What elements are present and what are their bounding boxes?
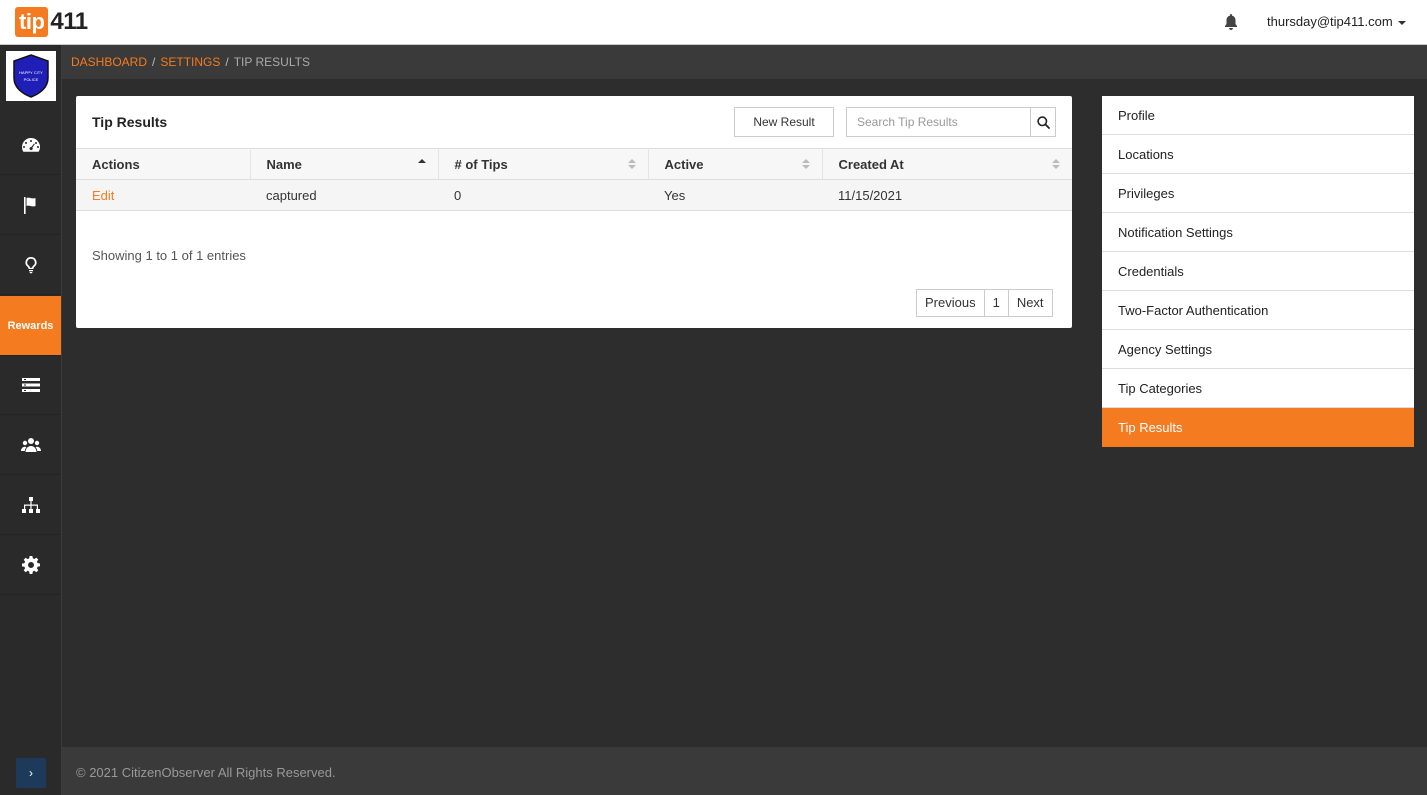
menu-item-notification-settings[interactable]: Notification Settings bbox=[1102, 213, 1414, 252]
search-button[interactable] bbox=[1030, 107, 1056, 137]
column-header-actions: Actions bbox=[76, 148, 251, 180]
nav-rewards-label: Rewards bbox=[7, 319, 54, 332]
column-header-label: # of Tips bbox=[454, 156, 508, 172]
sort-icon bbox=[801, 159, 810, 169]
menu-item-two-factor[interactable]: Two-Factor Authentication bbox=[1102, 291, 1414, 330]
user-menu[interactable]: thursday@tip411.com bbox=[1267, 14, 1406, 29]
top-bar: tip 411 thursday@tip411.com bbox=[0, 0, 1427, 45]
cell-name: captured bbox=[250, 179, 438, 211]
dashboard-icon bbox=[21, 137, 40, 152]
breadcrumb-dashboard[interactable]: DASHBOARD bbox=[71, 55, 147, 69]
breadcrumb-separator: / bbox=[152, 55, 156, 69]
tip411-logo[interactable]: tip 411 bbox=[15, 7, 88, 37]
breadcrumb-bar: DASHBOARD / SETTINGS / TIP RESULTS bbox=[62, 45, 1427, 79]
user-email: thursday@tip411.com bbox=[1267, 14, 1393, 29]
nav-list[interactable] bbox=[0, 355, 61, 415]
column-header-active[interactable]: Active bbox=[648, 148, 823, 180]
bell-icon[interactable] bbox=[1224, 14, 1238, 30]
gear-icon bbox=[21, 555, 40, 574]
svg-text:HAPPY CITY: HAPPY CITY bbox=[19, 70, 43, 75]
menu-item-tip-results[interactable]: Tip Results bbox=[1102, 408, 1414, 447]
column-header-name[interactable]: Name bbox=[250, 148, 439, 180]
search-input[interactable] bbox=[846, 107, 1032, 137]
logo-411: 411 bbox=[50, 8, 88, 35]
tip-results-panel: Tip Results New Result Actions Name # of… bbox=[76, 96, 1072, 328]
cell-created: 11/15/2021 bbox=[822, 179, 1072, 211]
sidebar: HAPPY CITY POLICE Rewards › bbox=[0, 45, 62, 795]
users-icon bbox=[20, 437, 41, 452]
sitemap-icon bbox=[21, 496, 40, 513]
lightbulb-icon bbox=[24, 256, 37, 273]
nav-organization[interactable] bbox=[0, 475, 61, 535]
cell-action: Edit bbox=[76, 179, 250, 211]
nav-ideas[interactable] bbox=[0, 235, 61, 295]
previous-page-button[interactable]: Previous bbox=[916, 289, 985, 317]
pagination: Previous 1 Next bbox=[916, 289, 1053, 317]
nav-settings[interactable] bbox=[0, 535, 61, 595]
sidebar-toggle-button[interactable]: › bbox=[16, 758, 46, 788]
agency-badge[interactable]: HAPPY CITY POLICE bbox=[6, 51, 56, 101]
list-icon bbox=[21, 377, 40, 392]
column-header-label: Actions bbox=[92, 156, 140, 172]
column-header-tips[interactable]: # of Tips bbox=[438, 148, 649, 180]
svg-text:POLICE: POLICE bbox=[24, 77, 39, 82]
nav-tips[interactable] bbox=[0, 175, 61, 235]
edit-link[interactable]: Edit bbox=[92, 188, 114, 203]
chevron-down-icon bbox=[1397, 20, 1406, 25]
sort-icon bbox=[1052, 159, 1060, 169]
sort-asc-icon bbox=[417, 159, 426, 163]
column-header-label: Active bbox=[664, 156, 704, 172]
breadcrumb-separator: / bbox=[225, 55, 229, 69]
tip-results-table: Actions Name # of Tips Active Created At… bbox=[76, 148, 1072, 211]
flag-icon bbox=[23, 196, 35, 214]
page-1-button[interactable]: 1 bbox=[983, 289, 1009, 317]
page-title: Tip Results bbox=[92, 114, 168, 130]
new-result-button[interactable]: New Result bbox=[734, 107, 834, 137]
cell-tips: 0 bbox=[438, 179, 648, 211]
menu-item-credentials[interactable]: Credentials bbox=[1102, 252, 1414, 291]
search-icon bbox=[1036, 115, 1050, 129]
nav-dashboard[interactable] bbox=[0, 115, 61, 175]
nav-users[interactable] bbox=[0, 415, 61, 475]
breadcrumb: DASHBOARD / SETTINGS / TIP RESULTS bbox=[71, 55, 310, 69]
menu-item-agency-settings[interactable]: Agency Settings bbox=[1102, 330, 1414, 369]
menu-item-profile[interactable]: Profile bbox=[1102, 96, 1414, 135]
logo-tip: tip bbox=[15, 7, 49, 37]
cell-active: Yes bbox=[648, 179, 822, 211]
column-header-label: Created At bbox=[838, 156, 904, 172]
entries-info: Showing 1 to 1 of 1 entries bbox=[92, 248, 246, 263]
breadcrumb-settings[interactable]: SETTINGS bbox=[160, 55, 220, 69]
next-page-button[interactable]: Next bbox=[1007, 289, 1053, 317]
nav-rewards[interactable]: Rewards bbox=[0, 296, 61, 356]
column-header-created[interactable]: Created At bbox=[822, 148, 1072, 180]
settings-menu: Profile Locations Privileges Notificatio… bbox=[1102, 96, 1414, 447]
police-badge-icon: HAPPY CITY POLICE bbox=[13, 54, 49, 98]
sort-icon bbox=[627, 159, 636, 169]
menu-item-privileges[interactable]: Privileges bbox=[1102, 174, 1414, 213]
footer: © 2021 CitizenObserver All Rights Reserv… bbox=[62, 747, 1427, 795]
breadcrumb-current: TIP RESULTS bbox=[233, 55, 310, 69]
copyright-text: © 2021 CitizenObserver All Rights Reserv… bbox=[76, 765, 336, 780]
menu-item-tip-categories[interactable]: Tip Categories bbox=[1102, 369, 1414, 408]
menu-item-locations[interactable]: Locations bbox=[1102, 135, 1414, 174]
table-row: Edit captured 0 Yes 11/15/2021 bbox=[76, 179, 1072, 211]
column-header-label: Name bbox=[266, 156, 302, 172]
